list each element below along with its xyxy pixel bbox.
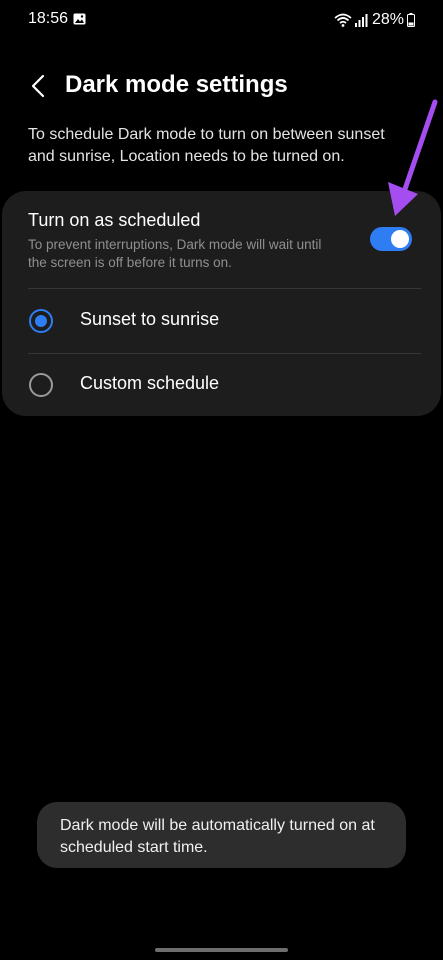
option-custom-schedule[interactable]: Custom schedule xyxy=(2,353,441,417)
status-time: 18:56 xyxy=(28,10,69,27)
schedule-title: Turn on as scheduled xyxy=(28,210,201,230)
chevron-left-icon xyxy=(31,74,45,98)
status-icons: 28% xyxy=(334,10,415,30)
gallery-icon xyxy=(73,13,86,25)
toggle-knob xyxy=(391,230,409,248)
signal-icon xyxy=(354,14,368,27)
wifi-icon xyxy=(334,13,352,27)
annotation-arrow-icon xyxy=(388,99,438,216)
option-label: Sunset to sunrise xyxy=(80,309,220,329)
radio-dot xyxy=(35,315,47,327)
radio-selected[interactable] xyxy=(29,309,53,333)
toast-message: Dark mode will be automatically turned o… xyxy=(37,802,406,868)
option-label: Custom schedule xyxy=(80,373,220,393)
turn-on-as-scheduled-row[interactable]: Turn on as scheduled To prevent interrup… xyxy=(2,191,441,287)
schedule-card: Turn on as scheduled To prevent interrup… xyxy=(2,191,441,416)
option-sunset-to-sunrise[interactable]: Sunset to sunrise xyxy=(2,289,441,353)
battery-icon xyxy=(407,13,415,27)
back-button[interactable] xyxy=(24,70,52,102)
page-title: Dark mode settings xyxy=(65,71,288,98)
schedule-toggle[interactable] xyxy=(370,227,412,251)
location-notice: To schedule Dark mode to turn on between… xyxy=(28,126,385,165)
schedule-subtitle: To prevent interruptions, Dark mode will… xyxy=(28,237,322,270)
radio-unselected[interactable] xyxy=(29,373,53,397)
status-bar: 18:56 28% xyxy=(0,0,443,40)
battery-percentage: 28% xyxy=(371,11,404,28)
home-indicator[interactable] xyxy=(155,948,288,952)
